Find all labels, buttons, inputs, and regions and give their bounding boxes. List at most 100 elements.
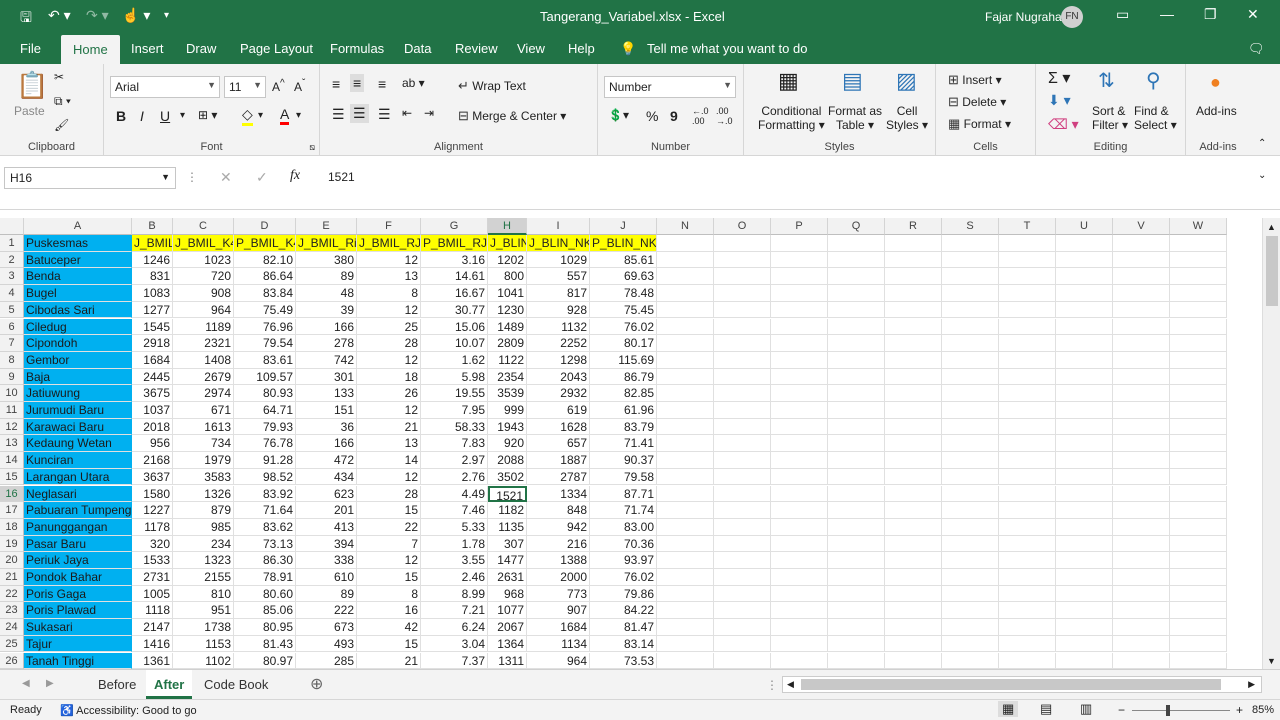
table-cell[interactable]: 85.61: [590, 251, 657, 269]
table-cell[interactable]: 71.74: [590, 502, 657, 519]
table-cell[interactable]: 10.07: [421, 335, 488, 352]
table-cell[interactable]: [999, 351, 1056, 369]
number-format-dropdown[interactable]: Number ▼: [604, 76, 736, 98]
table-cell[interactable]: 619: [527, 402, 590, 419]
ribbon-display-icon[interactable]: ▭: [1116, 6, 1129, 23]
table-cell[interactable]: [885, 602, 942, 620]
table-cell[interactable]: [1113, 335, 1170, 352]
table-cell[interactable]: 89: [296, 268, 357, 286]
table-cell[interactable]: 84.22: [590, 602, 657, 620]
table-cell[interactable]: 879: [173, 502, 234, 519]
enter-icon[interactable]: ✓: [256, 169, 268, 186]
table-cell[interactable]: [714, 535, 771, 553]
paste-button[interactable]: Paste: [14, 104, 45, 118]
borders-icon[interactable]: ⊞ ▾: [198, 108, 217, 122]
table-cell[interactable]: [1056, 268, 1113, 286]
table-cell[interactable]: 36: [296, 418, 357, 436]
column-header[interactable]: J: [590, 218, 657, 235]
table-cell[interactable]: 42: [357, 619, 421, 636]
table-cell[interactable]: 86.64: [234, 268, 296, 286]
more-options-icon[interactable]: ⋮: [186, 170, 198, 184]
table-cell[interactable]: 1311: [488, 652, 527, 669]
table-cell[interactable]: 48: [296, 285, 357, 302]
tab-draw[interactable]: Draw: [186, 41, 216, 56]
table-cell[interactable]: 78.48: [590, 285, 657, 302]
table-cell[interactable]: [1056, 652, 1113, 669]
table-cell[interactable]: 1023: [173, 251, 234, 269]
table-cell[interactable]: [771, 518, 828, 536]
table-cell[interactable]: [771, 468, 828, 486]
table-cell[interactable]: [885, 285, 942, 302]
table-cell[interactable]: 999: [488, 402, 527, 419]
header-cell[interactable]: Puskesmas: [24, 235, 132, 252]
table-cell[interactable]: [999, 385, 1056, 402]
table-cell[interactable]: [828, 635, 885, 653]
table-cell[interactable]: 1118: [132, 602, 173, 620]
table-cell[interactable]: [999, 535, 1056, 553]
table-cell[interactable]: 1135: [488, 518, 527, 536]
table-cell[interactable]: Pabuaran Tumpeng: [24, 502, 132, 519]
table-cell[interactable]: 76.96: [234, 318, 296, 336]
table-cell[interactable]: [771, 569, 828, 586]
table-cell[interactable]: 79.86: [590, 585, 657, 603]
table-cell[interactable]: [999, 285, 1056, 302]
table-cell[interactable]: 83.00: [590, 518, 657, 536]
table-cell[interactable]: [1170, 585, 1227, 603]
underline-dropdown-icon[interactable]: ▾: [180, 110, 185, 121]
table-cell[interactable]: 1227: [132, 502, 173, 519]
table-cell[interactable]: 86.79: [590, 368, 657, 386]
table-cell[interactable]: 7.37: [421, 652, 488, 669]
table-cell[interactable]: [1056, 535, 1113, 553]
table-cell[interactable]: 15: [357, 635, 421, 653]
table-cell[interactable]: [942, 301, 999, 319]
table-cell[interactable]: [1170, 402, 1227, 419]
table-cell[interactable]: Benda: [24, 268, 132, 286]
table-cell[interactable]: 12: [357, 251, 421, 269]
table-cell[interactable]: 2787: [527, 468, 590, 486]
column-header[interactable]: S: [942, 218, 999, 235]
table-cell[interactable]: 115.69: [590, 351, 657, 369]
table-cell[interactable]: [828, 268, 885, 286]
table-cell[interactable]: 928: [527, 301, 590, 319]
table-cell[interactable]: 1132: [527, 318, 590, 336]
font-color-icon[interactable]: A: [280, 106, 290, 125]
table-cell[interactable]: [1170, 301, 1227, 319]
bold-button[interactable]: B: [116, 108, 126, 124]
row-header[interactable]: 22: [0, 585, 24, 603]
table-cell[interactable]: [1056, 368, 1113, 386]
select-all-corner[interactable]: [0, 218, 24, 235]
table-cell[interactable]: 89: [296, 585, 357, 603]
h-scroll-thumb[interactable]: [801, 679, 1221, 690]
table-cell[interactable]: [1056, 502, 1113, 519]
column-header[interactable]: U: [1056, 218, 1113, 235]
table-cell[interactable]: 151: [296, 402, 357, 419]
formula-input[interactable]: 1521: [320, 167, 1275, 189]
header-cell[interactable]: [999, 235, 1056, 252]
middle-align-icon[interactable]: ≡: [350, 74, 365, 92]
table-cell[interactable]: [1170, 268, 1227, 286]
table-cell[interactable]: [714, 385, 771, 402]
table-cell[interactable]: [771, 251, 828, 269]
header-cell[interactable]: [1056, 235, 1113, 252]
table-cell[interactable]: 734: [173, 435, 234, 453]
next-sheet-icon[interactable]: ▶: [46, 678, 54, 689]
table-cell[interactable]: [942, 418, 999, 436]
table-cell[interactable]: [1170, 435, 1227, 453]
table-cell[interactable]: Cibodas Sari: [24, 301, 132, 319]
table-cell[interactable]: 810: [173, 585, 234, 603]
table-cell[interactable]: 75.49: [234, 301, 296, 319]
table-cell[interactable]: [942, 318, 999, 336]
header-cell[interactable]: [714, 235, 771, 252]
insert-function-icon[interactable]: fx: [290, 168, 300, 184]
tab-review[interactable]: Review: [455, 41, 498, 56]
table-cell[interactable]: [1170, 502, 1227, 519]
table-cell[interactable]: [657, 268, 714, 286]
row-header[interactable]: 13: [0, 435, 24, 453]
table-cell[interactable]: [885, 351, 942, 369]
increase-decimal-icon[interactable]: ←.0.00: [692, 106, 709, 126]
header-cell[interactable]: J_BMIL_RJK: [357, 235, 421, 252]
table-cell[interactable]: 30.77: [421, 301, 488, 319]
table-cell[interactable]: [1113, 318, 1170, 336]
table-cell[interactable]: 1277: [132, 301, 173, 319]
table-cell[interactable]: [1113, 402, 1170, 419]
